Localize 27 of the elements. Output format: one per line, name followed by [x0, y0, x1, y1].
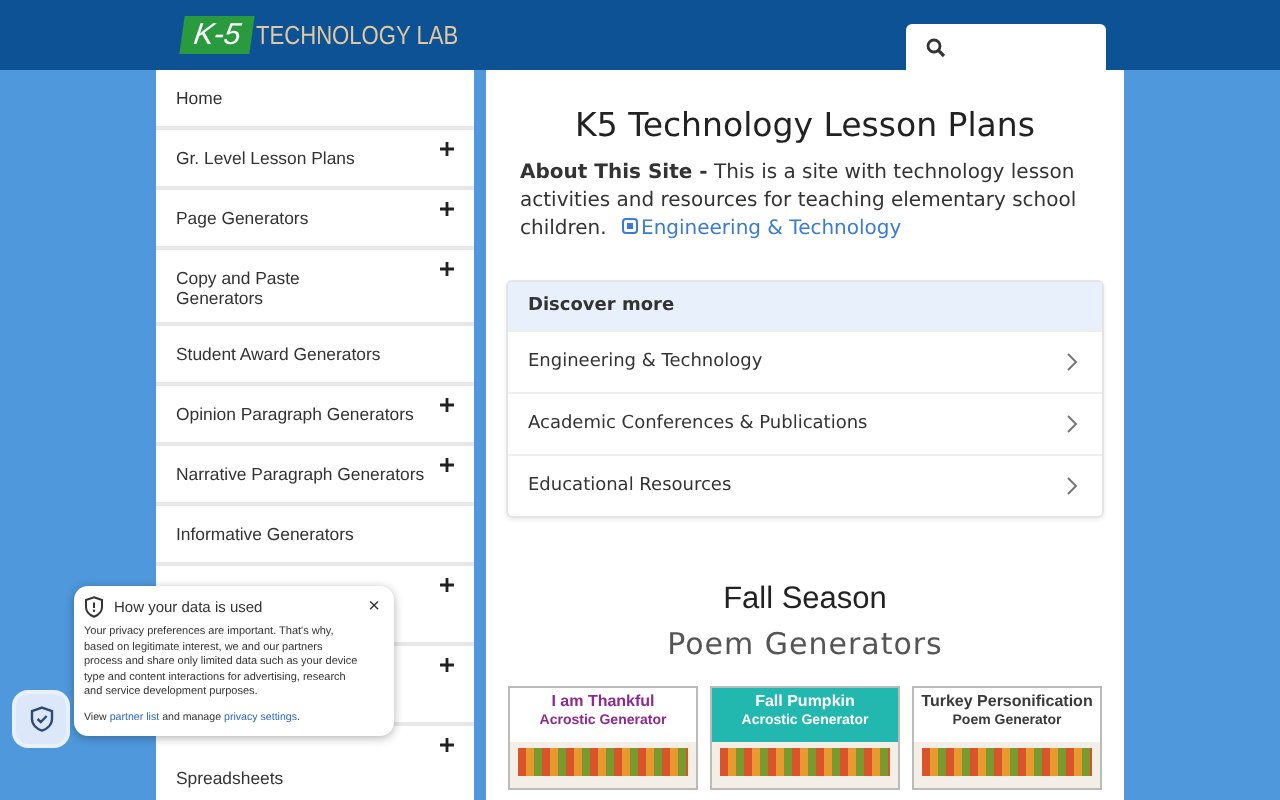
close-button[interactable]: × — [368, 597, 380, 617]
sidebar-item[interactable]: Informative Generators — [156, 506, 474, 566]
section-subtitle: Poem Generators — [665, 626, 945, 662]
sidebar-item[interactable]: Copy and Paste Generators — [156, 250, 474, 326]
sidebar-item[interactable]: Narrative Paragraph Generators — [156, 446, 474, 506]
sidebar-item[interactable]: Gr. Level Lesson Plans — [156, 130, 474, 190]
shield-icon — [84, 596, 104, 618]
discover-item[interactable]: Academic Conferences & Publications — [508, 392, 1102, 454]
search-field[interactable] — [906, 24, 1106, 70]
page-title: K5 Technology Lesson Plans — [573, 106, 1037, 144]
discover-heading: Discover more — [508, 282, 1102, 330]
sidebar-item[interactable]: Student Award Generators — [156, 326, 474, 386]
privacy-button[interactable] — [16, 694, 66, 744]
about-paragraph: About This Site - This is a site with technology lesson activities and resources for teaching elementary school children. Engineering & Technology — [520, 160, 1079, 244]
sidebar-item[interactable]: Home — [156, 70, 474, 130]
chevron-icon — [1066, 352, 1078, 372]
sidebar-item[interactable]: Page Generators — [156, 190, 474, 250]
link-icon — [621, 218, 637, 234]
topic-link[interactable]: Engineering & Technology — [621, 218, 902, 240]
discover-item[interactable]: Engineering & Technology — [508, 330, 1102, 392]
section-title: Fall Season — [721, 582, 889, 618]
shield-check-icon — [29, 706, 53, 732]
site-logo[interactable]: K-5 TECHNOLOGY LAB — [182, 16, 495, 54]
chevron-icon — [1066, 414, 1078, 434]
discover-item[interactable]: Educational Resources — [508, 454, 1102, 516]
sidebar-item[interactable]: Opinion Paragraph Generators — [156, 386, 474, 446]
chevron-icon — [1066, 476, 1078, 496]
